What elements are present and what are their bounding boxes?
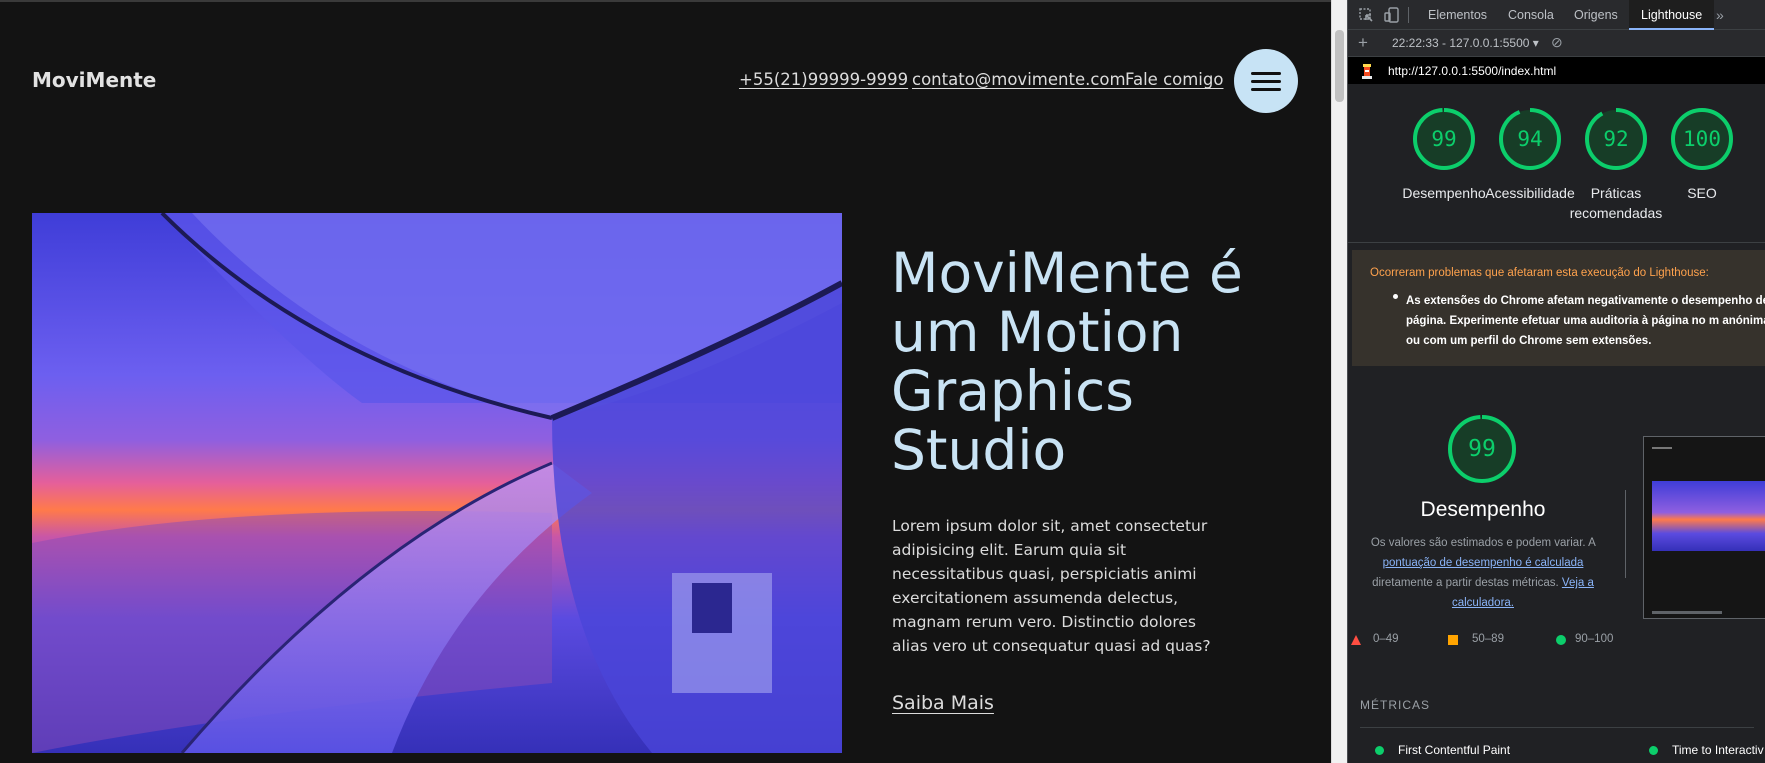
page-scrollbar[interactable] <box>1331 0 1347 763</box>
warning-title: Ocorreram problemas que afetaram esta ex… <box>1370 267 1709 279</box>
lighthouse-logo-icon <box>1362 64 1372 79</box>
tab-console[interactable]: Consola <box>1508 0 1554 30</box>
report-select[interactable]: 22:22:33 - 127.0.0.1:5500 ▾ <box>1392 36 1539 50</box>
description-text: Os valores são estimados e podem variar.… <box>1370 537 1596 549</box>
average-square-icon <box>1448 635 1458 645</box>
learn-more-link[interactable]: Saiba Mais <box>892 692 994 714</box>
score-gauge[interactable]: 92 <box>1583 106 1649 172</box>
performance-description: Os valores são estimados e podem variar.… <box>1358 533 1608 613</box>
inspect-element-icon[interactable] <box>1358 7 1374 23</box>
score-gauge[interactable]: 94 <box>1497 106 1563 172</box>
chevron-double-right-icon[interactable]: » <box>1716 0 1724 30</box>
fail-triangle-icon <box>1351 635 1361 645</box>
score-value: 92 <box>1603 127 1629 151</box>
metrics-heading: MÉTRICAS <box>1360 698 1431 712</box>
page-screenshot-thumbnail[interactable] <box>1643 436 1765 619</box>
performance-title: Desempenho <box>1420 498 1546 521</box>
divider <box>1360 727 1754 728</box>
score-gauge[interactable]: 99 <box>1411 106 1477 172</box>
metric-tti: Time to Interactiv <box>1672 743 1764 757</box>
scrollbar-thumb[interactable] <box>1335 30 1344 102</box>
score-value: 99 <box>1431 127 1457 151</box>
score-value: 94 <box>1517 127 1543 151</box>
report-url[interactable]: http://127.0.0.1:5500/index.html <box>1388 64 1556 78</box>
devtools-panel: Elementos Consola Origens Lighthouse » +… <box>1347 0 1765 763</box>
score-label: SEO <box>1687 185 1717 201</box>
site-logo[interactable]: MoviMente <box>32 68 156 92</box>
lighthouse-toolbar: + 22:22:33 - 127.0.0.1:5500 ▾ ⊘ <box>1348 30 1765 57</box>
score-gauge[interactable]: 100 <box>1669 106 1735 172</box>
hero-title: MoviMente é um Motion Graphics Studio <box>891 241 1243 482</box>
pass-circle-icon <box>1556 635 1566 645</box>
pass-circle-icon <box>1375 746 1384 755</box>
score-value: 100 <box>1683 127 1721 151</box>
tab-elements[interactable]: Elementos <box>1428 0 1487 30</box>
performance-gauge: 99 <box>1446 413 1518 485</box>
nav-contact-link[interactable]: Fale comigo <box>1125 70 1223 89</box>
warning-item: As extensões do Chrome afetam negativame… <box>1406 295 1765 347</box>
website-viewport: MoviMente +55(21)99999-9999 contato@movi… <box>0 0 1331 763</box>
metric-fcp: First Contentful Paint <box>1398 743 1511 757</box>
divider <box>1625 490 1626 578</box>
legend-fail: 0–49 <box>1373 633 1399 645</box>
warning-box: Ocorreram problemas que afetaram esta ex… <box>1352 250 1765 366</box>
devtools-tab-bar: Elementos Consola Origens Lighthouse » <box>1348 0 1765 30</box>
add-report-icon[interactable]: + <box>1358 33 1368 53</box>
clear-reports-icon[interactable]: ⊘ <box>1551 34 1563 51</box>
tab-lighthouse[interactable]: Lighthouse <box>1629 0 1715 30</box>
performance-score: 99 <box>1468 436 1496 462</box>
hero-image <box>32 213 842 753</box>
nav-phone-link[interactable]: +55(21)99999-9999 <box>739 70 908 89</box>
tab-sources[interactable]: Origens <box>1574 0 1618 30</box>
bullet-icon <box>1393 294 1398 299</box>
legend-pass: 90–100 <box>1575 633 1614 645</box>
pass-circle-icon <box>1649 746 1658 755</box>
nav-email-link[interactable]: contato@movimente.com <box>912 70 1126 89</box>
menu-button[interactable] <box>1234 49 1298 113</box>
hero-description: Lorem ipsum dolor sit, amet consectetur … <box>892 517 1211 655</box>
score-calculation-link[interactable]: pontuação de desempenho é calculada <box>1383 557 1584 569</box>
divider <box>1348 242 1765 243</box>
description-text: diretamente a partir destas métricas. <box>1372 577 1559 589</box>
device-toggle-icon[interactable] <box>1384 7 1400 23</box>
legend-average: 50–89 <box>1472 633 1504 645</box>
report-url-bar: http://127.0.0.1:5500/index.html <box>1348 57 1765 84</box>
